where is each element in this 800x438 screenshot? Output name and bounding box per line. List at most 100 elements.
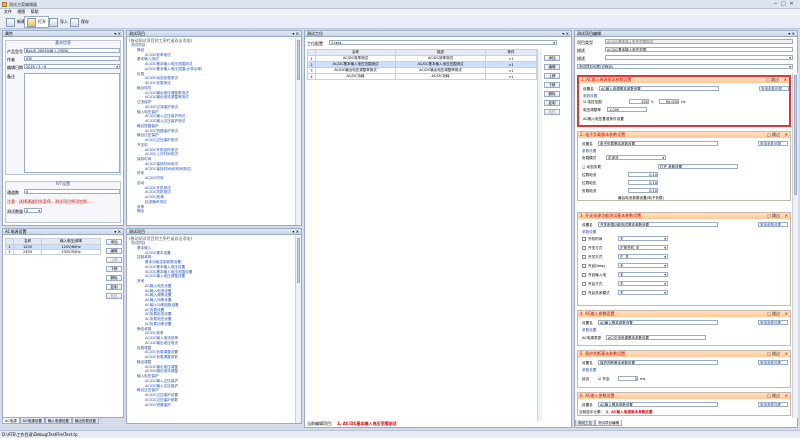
pin-icon[interactable]: ▾ ✕ [292, 31, 299, 36]
table-row[interactable]: 2 230V 230V/50Hz [5, 249, 101, 255]
station-select[interactable]: 1.test [329, 40, 557, 45]
option-select[interactable]: 无 [618, 290, 668, 295]
option-select[interactable]: 无 [618, 281, 668, 286]
paste-button[interactable]: 粘贴 [106, 293, 122, 299]
delay-field[interactable]: 0 [618, 376, 638, 381]
skip-checkbox[interactable]: □ 跳过 [767, 213, 780, 219]
desc2-field[interactable] [605, 55, 793, 60]
save-button[interactable]: 保存 [67, 16, 92, 28]
library-tree[interactable]: 测试项目 静态 AC/DC效率测试 基本输入测试 AC/DC基本输入电压范围测试 AC/D… [131, 43, 295, 225]
desc-field[interactable]: AC/DC基本输入电压范围 [605, 47, 793, 52]
regulation-field[interactable]: 1.000 [607, 107, 647, 112]
table-row[interactable]: 4 AC/DC功耗 AC/DC功耗 <1 [307, 73, 537, 80]
option-checkbox[interactable] [582, 264, 586, 268]
option-select[interactable]: 无 [618, 272, 668, 277]
close-icon[interactable]: ✕ [785, 213, 788, 219]
pin-icon[interactable]: ▾ ✕ [292, 229, 299, 234]
load-current-1[interactable]: 0.10 [628, 172, 658, 177]
channel-field[interactable]: 0 [24, 189, 120, 194]
copy-item-button[interactable]: 复制 [544, 100, 560, 106]
tab-dc-power[interactable]: DC电源设置 [19, 418, 45, 424]
author-field[interactable]: ATE [24, 56, 120, 61]
pin-icon[interactable]: ▾ ✕ [562, 31, 569, 36]
edit-item-button[interactable]: 编辑 [544, 64, 560, 70]
common-settings-button[interactable]: 常用参数设置 [758, 402, 788, 407]
dynamic-load-button[interactable]: 打开 参数设置 [658, 164, 738, 169]
card-name-field[interactable]: AC输入基本参数设置 [598, 320, 718, 325]
date-picker[interactable]: 2025 / 3 / 6 [24, 64, 120, 69]
param-card-5[interactable]: 5. 保护判断基本参数设置 □ 跳过 ✕ 设置名 保护判断基本参数设置 常用参数设置… [577, 350, 791, 388]
tab-output-load[interactable]: 输出负载设置 [71, 418, 99, 424]
card-name-field[interactable]: 开关电源功能测试基本参数设置 [598, 222, 718, 227]
add-button[interactable]: 添加 [106, 239, 122, 245]
delete-button[interactable]: 删除 [106, 275, 122, 281]
detail-scrollbar[interactable] [792, 73, 798, 418]
tab-item-edit[interactable]: 测试项目编辑 [595, 420, 622, 426]
load-mode-select[interactable]: 定电流 [606, 155, 666, 160]
voltage-low[interactable]: 100 [629, 99, 649, 104]
pin-icon[interactable]: ▾ ✕ [788, 31, 795, 36]
sequence-scrollbar[interactable] [537, 49, 542, 421]
load-current-3[interactable]: 0.10 [628, 188, 658, 193]
tree-node[interactable]: 静态 [131, 209, 295, 214]
skip-checkbox[interactable]: □ 跳过 [767, 132, 780, 138]
skip-checkbox[interactable]: □ 跳过 [767, 393, 780, 399]
option-select[interactable]: 正常开机_关 [618, 245, 668, 250]
option-checkbox[interactable] [582, 273, 586, 277]
move-up-button[interactable]: 上移 [106, 257, 122, 263]
tab-ac-power[interactable]: AC电源 [2, 418, 20, 424]
param-card-6[interactable]: 6. AC输入参数设置 □ 跳过 ✕ 设置名 AC输入基本参数设置 常用参数设置 当… [577, 392, 791, 416]
close-icon[interactable]: ✕ [785, 132, 788, 138]
delete-item-button[interactable]: 删除 [544, 91, 560, 97]
item-filter[interactable]: 测试项目列表(可拖动) [577, 64, 793, 69]
option-select[interactable]: 无 [618, 236, 668, 241]
option-checkbox[interactable] [582, 282, 586, 286]
load-current-2[interactable]: 0.10 [628, 180, 658, 185]
option-checkbox[interactable] [582, 291, 586, 295]
card-name-field[interactable]: AC输入电源基本参数设置 [599, 86, 719, 91]
tab-input-power[interactable]: 输入电源设置 [44, 418, 72, 424]
card-name-field[interactable]: AC输入基本参数设置 [598, 402, 718, 407]
card-name-field[interactable]: 保护判断基本参数设置 [598, 360, 718, 365]
pin-icon[interactable]: ▾ ✕ [114, 31, 121, 36]
option-checkbox[interactable] [582, 237, 586, 241]
param-card-2[interactable]: 2. 电子负载基本参数设置 □ 跳过 ✕ 设置名 电子负载基本参数设置 常用参数设置… [577, 131, 791, 201]
option-select[interactable]: 正_关 [618, 254, 668, 259]
param-card-3[interactable]: 3. 开关电源功能测试基本参数设置 □ 跳过 ✕ 设置名 开关电源功能测试基本参数设… [577, 212, 791, 306]
notes-textarea[interactable] [24, 73, 120, 173]
common-settings-button[interactable]: 常用参数设置 [758, 360, 788, 365]
move-down-button[interactable]: 下移 [106, 266, 122, 272]
paste-item-button[interactable]: 粘贴 [544, 109, 560, 115]
tree-node[interactable]: AC/DC短路保护 [131, 403, 295, 408]
tab-station[interactable]: 测试工位 [575, 420, 595, 426]
move-down-item-button[interactable]: 下移 [544, 82, 560, 88]
option-select[interactable]: 无 [618, 263, 668, 268]
skip-checkbox[interactable]: □ 跳过 [767, 351, 780, 357]
common-settings-button[interactable]: 常用参数设置 [758, 222, 788, 227]
edit-button[interactable]: 编辑 [106, 248, 122, 254]
skip-checkbox[interactable]: □ 跳过 [767, 311, 780, 317]
ac-type-field[interactable]: AC/交流电源基本参数设置 [606, 335, 706, 340]
close-icon[interactable]: ✕ [785, 393, 788, 399]
param-card-1[interactable]: 1. AC输入电源基本参数设置 □ 跳过 ✕ 设置名 AC输入电源基本参数设置 常用… [577, 75, 791, 127]
option-checkbox[interactable] [582, 255, 586, 259]
param-card-4[interactable]: 4. AC输入参数设置 □ 跳过 ✕ 设置名 AC输入基本参数设置 常用参数设置 参… [577, 310, 791, 346]
close-icon[interactable]: ✕ [785, 311, 788, 317]
option-checkbox[interactable] [582, 246, 586, 250]
close-icon[interactable]: ✕ [784, 77, 787, 83]
model-field[interactable]: BxJu5_2005046_(-750N) [24, 48, 120, 53]
add-item-button[interactable]: 添加 [544, 55, 560, 61]
frequency[interactable]: 90.000 [659, 99, 679, 104]
common-settings-button[interactable]: 常用参数设置 [758, 141, 788, 146]
config-scrollbar[interactable] [295, 236, 301, 423]
minimize-button[interactable]: ─ [772, 1, 779, 7]
library-scrollbar[interactable] [295, 38, 301, 225]
move-up-item-button[interactable]: 上移 [544, 73, 560, 79]
maximize-button[interactable]: □ [780, 1, 787, 7]
close-icon[interactable]: ✕ [785, 351, 788, 357]
common-settings-button[interactable]: 常用参数设置 [759, 86, 789, 91]
test-count-field[interactable]: 0 [24, 208, 42, 213]
pin-icon[interactable]: ▾ ✕ [114, 229, 121, 234]
common-settings-button[interactable]: 常用参数设置 [758, 320, 788, 325]
card-name-field[interactable]: 电子负载基本参数设置 [598, 141, 718, 146]
